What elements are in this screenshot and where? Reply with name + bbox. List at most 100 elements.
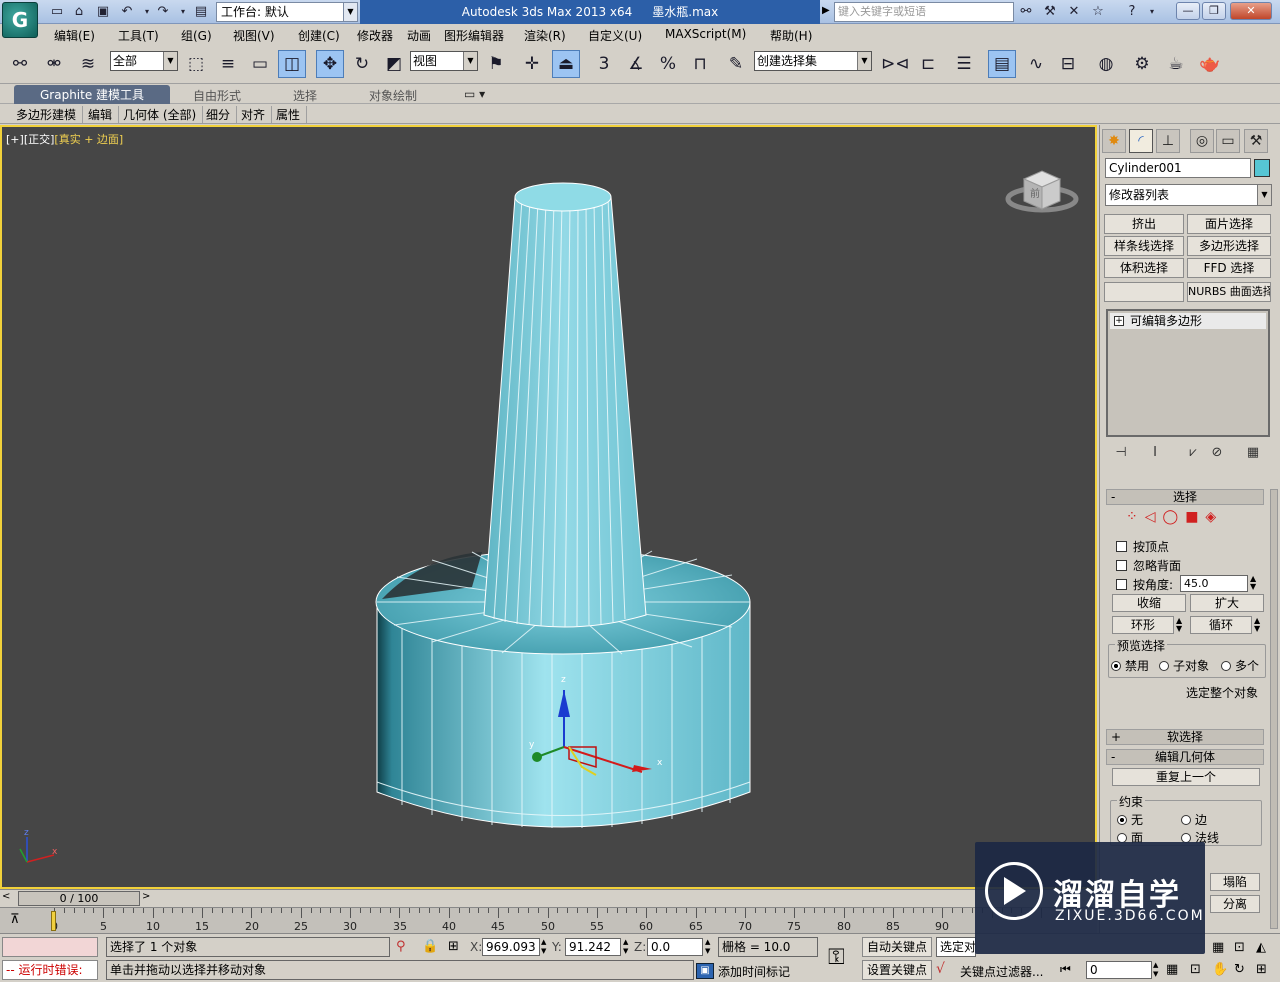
menu-create[interactable]: 创建(C) [298,27,340,44]
by-angle-checkbox[interactable]: 按角度: [1116,576,1173,594]
field-of-view-icon[interactable]: ◭ [1256,940,1266,955]
project-folder-icon[interactable]: ▤ [192,3,210,21]
pivot-center-icon[interactable]: ⚑ [482,50,510,78]
menu-customize[interactable]: 自定义(U) [588,27,642,44]
preview-subobject-radio[interactable]: 子对象 [1159,657,1209,674]
render-setup-icon[interactable]: ⚙ [1128,50,1156,78]
loop-spinner-icon[interactable]: ▲ ▼ [1254,617,1260,633]
redo-icon[interactable]: ↷ [154,3,172,21]
track-bar[interactable]: ⊼ 0 5 10 15 20 25 30 35 40 45 50 55 60 6… [0,907,1097,933]
ring-spinner-icon[interactable]: ▲ ▼ [1176,617,1182,633]
show-end-result-icon[interactable]: Ⅰ [1144,443,1166,463]
panel-geometry-all[interactable]: 几何体 (全部) [123,106,204,123]
align-icon[interactable]: ⊏ [914,50,942,78]
minimize-button[interactable]: — [1176,2,1200,20]
ffd-select-button[interactable]: FFD 选择 [1187,258,1271,278]
modifier-list-dropdown[interactable]: 修改器列表 ▼ [1105,184,1272,206]
utilities-tab-icon[interactable]: ⚒ [1244,129,1268,153]
loop-button[interactable]: 循环 [1190,616,1252,634]
menu-rendering[interactable]: 渲染(R) [524,27,566,44]
tab-graphite-modeling[interactable]: Graphite 建模工具 [14,85,171,104]
graphite-toggle-icon[interactable]: ▤ [988,50,1016,78]
set-key-button[interactable]: 设置关键点 [862,960,932,980]
app-logo[interactable]: G [2,2,38,38]
keyboard-shortcut-override-icon[interactable]: ⏏ [552,50,580,78]
maximize-button[interactable]: ❐ [1202,2,1226,20]
remove-modifier-icon[interactable]: ⊘ [1206,443,1228,463]
material-editor-icon[interactable]: ◍ [1092,50,1120,78]
preview-multi-radio[interactable]: 多个 [1221,657,1259,674]
constraint-none-radio[interactable]: 无 [1117,811,1143,828]
orbit-icon[interactable]: ↻ [1234,962,1245,977]
create-tab-icon[interactable]: ✸ [1102,129,1126,153]
redo-dropdown-icon[interactable]: ▾ [174,3,192,21]
ring-button[interactable]: 环形 [1112,616,1174,634]
display-tab-icon[interactable]: ▭ [1216,129,1240,153]
isolate-selection-icon[interactable]: ⚲ [396,939,406,954]
maxscript-error-output[interactable]: -- 运行时错误: [2,960,98,980]
reference-coordinate-dropdown[interactable]: 视图 ▼ [410,51,478,71]
time-tag-icon[interactable]: ▣ [696,963,714,979]
selection-lock-icon[interactable]: 🔒 [422,939,438,954]
key-filters-button[interactable]: 关键点过滤器... [960,963,1043,980]
select-scale-icon[interactable]: ◩ [380,50,408,78]
menu-help[interactable]: 帮助(H) [770,27,812,44]
panel-edit[interactable]: 编辑 [88,106,120,123]
viewport-orthographic[interactable]: [+][正交][真实 + 边面] z y x z x 前 [0,125,1097,889]
menu-maxscript[interactable]: MAXScript(M) [665,27,746,41]
render-production-icon[interactable]: 🫖 [1196,50,1224,78]
selection-rollout-header[interactable]: - 选择 [1106,489,1264,505]
panel-align[interactable]: 对齐 [241,106,273,123]
x-spinner-icon[interactable]: ▲ ▼ [541,938,546,956]
key-selection-set-dropdown[interactable]: 选定对 [936,937,976,957]
bind-space-warp-icon[interactable]: ≋ [74,50,102,78]
menu-animation[interactable]: 动画 [407,27,431,44]
zoom-extents-icon[interactable]: ⊡ [1190,962,1201,977]
communication-icon[interactable]: ✕ [1064,3,1084,21]
empty-modifier-button[interactable] [1104,282,1184,302]
mirror-icon[interactable]: ⊳⊲ [880,50,910,78]
maxscript-listener-input[interactable] [2,937,98,957]
ribbon-options-icon[interactable]: ▭ ▾ [464,87,485,101]
ignore-backfacing-checkbox[interactable]: 忽略背面 [1116,557,1181,575]
modify-tab-icon[interactable]: ◜ [1129,129,1153,153]
absolute-mode-icon[interactable]: ⊞ [448,939,459,954]
pan-view-icon[interactable]: ✋ [1212,962,1228,977]
repeat-last-button[interactable]: 重复上一个 [1112,768,1260,786]
menu-graph-editors[interactable]: 图形编辑器 [444,27,504,44]
zoom-extents-all-icon[interactable]: ⊡ [1234,940,1245,955]
edge-mode-icon[interactable]: ◁ [1145,509,1163,525]
time-slider-next-icon[interactable]: > [142,891,150,902]
select-rotate-icon[interactable]: ↻ [348,50,376,78]
menu-group[interactable]: 组(G) [181,27,212,44]
collapse-button[interactable]: 塌陷 [1210,873,1260,891]
modifier-stack[interactable]: + 可编辑多边形 [1106,309,1270,437]
key-filters-icon[interactable]: √ [936,961,945,977]
y-coord-field[interactable]: 91.242 [565,938,621,956]
by-vertex-checkbox[interactable]: 按顶点 [1116,538,1169,556]
rendered-frame-window-icon[interactable]: ☕ [1162,50,1190,78]
expand-icon[interactable]: + [1114,316,1124,326]
bottle-neck[interactable] [483,182,647,628]
make-unique-icon[interactable]: ⩗ [1182,443,1204,463]
polygon-mode-icon[interactable]: ■ [1185,509,1205,525]
nurbs-surface-select-button[interactable]: NURBS 曲面选择 [1187,282,1271,302]
command-panel-scrollbar[interactable] [1270,489,1278,929]
maximize-viewport-icon[interactable]: ⊞ [1256,962,1267,977]
expand-arrow-icon[interactable]: ▶ [822,5,830,16]
volume-select-button[interactable]: 体积选择 [1104,258,1184,278]
named-selection-dropdown[interactable]: 创建选择集 ▼ [754,51,872,71]
current-frame-field[interactable]: 0 [1086,961,1152,979]
tab-selection[interactable]: 选择 [293,87,317,104]
auto-key-button[interactable]: 自动关键点 [862,937,932,957]
workspace-dropdown[interactable]: 工作台: 默认 ▼ [216,2,358,22]
new-file-icon[interactable]: ▭ [48,3,66,21]
select-manipulate-icon[interactable]: ✛ [518,50,546,78]
undo-icon[interactable]: ↶ [118,3,136,21]
search-input[interactable]: 键入关键字或短语 [834,2,1014,22]
spinner-snap-icon[interactable]: ⊓ [686,50,714,78]
menu-views[interactable]: 视图(V) [233,27,275,44]
tab-object-paint[interactable]: 对象绘制 [369,87,417,104]
angle-value-field[interactable]: 45.0 [1180,575,1248,592]
time-slider-prev-icon[interactable]: < [2,891,10,902]
